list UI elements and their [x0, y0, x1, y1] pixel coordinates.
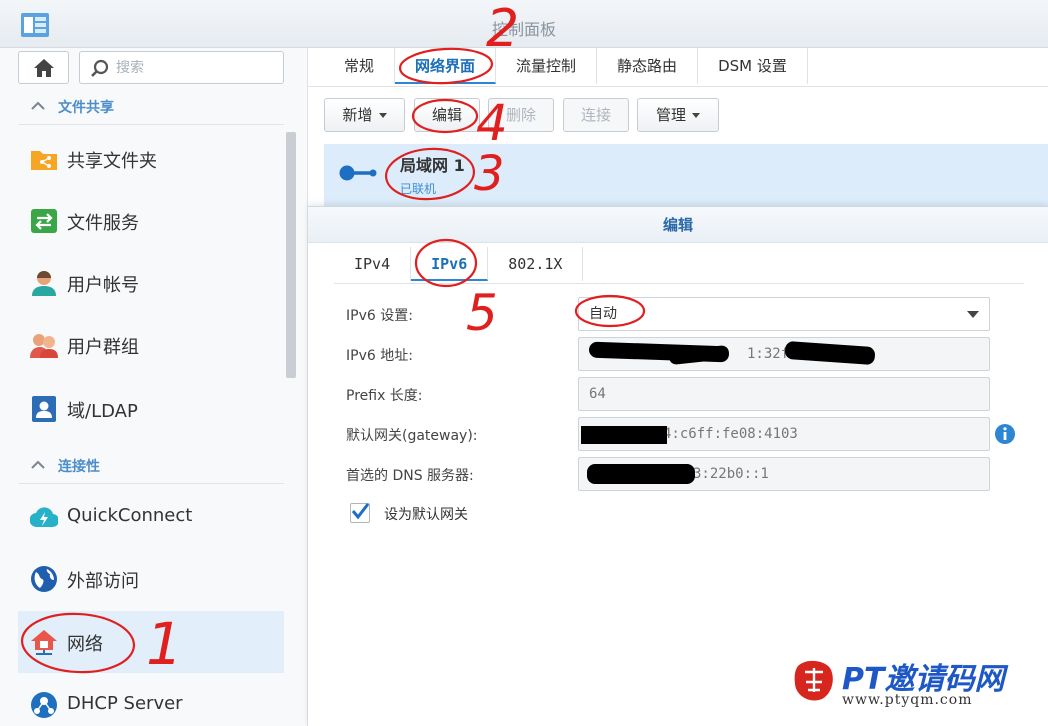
sidebar-item-label: 用户帐号 — [67, 275, 139, 296]
main-tabs: 常规 网络界面 流量控制 静态路由 DSM 设置 — [324, 48, 808, 86]
tabs-divider — [308, 86, 1048, 87]
tab-general[interactable]: 常规 — [324, 48, 396, 84]
sidebar-item-label: QuickConnect — [67, 505, 193, 526]
window-title: 控制面板 — [491, 20, 556, 39]
section-connectivity[interactable]: 连接性 — [18, 446, 284, 484]
field-row-ipv6-setting: IPv6 设置: 自动 — [346, 297, 996, 331]
chevron-down-icon — [378, 113, 387, 118]
prefix-length-label: Prefix 长度: — [346, 388, 423, 404]
dhcp-icon — [31, 692, 57, 718]
home-button[interactable] — [18, 51, 69, 84]
manage-button-label: 管理 — [655, 106, 686, 124]
search-input[interactable] — [116, 58, 276, 78]
sidebar-item-label: 网络 — [67, 634, 103, 655]
tab-dsm-settings[interactable]: DSM 设置 — [698, 48, 808, 84]
sidebar-item-shared-folder[interactable]: 共享文件夹 — [18, 128, 284, 190]
prefix-length-field[interactable]: 64 — [578, 377, 990, 411]
tab-8021x[interactable]: 802.1X — [488, 247, 584, 281]
file-services-icon — [31, 209, 57, 233]
watermark: PT邀请码网 www.ptyqm.com — [792, 654, 1042, 710]
ipv6-address-label: IPv6 地址: — [346, 348, 413, 364]
sidebar-item-label: 共享文件夹 — [67, 151, 157, 172]
tab-static-route[interactable]: 静态路由 — [597, 48, 699, 84]
interface-row-lan1[interactable]: 局域网 1 已联机 — [324, 144, 1048, 206]
default-gateway-label: 设为默认网关 — [384, 507, 468, 523]
watermark-url: www.ptyqm.com — [842, 692, 973, 708]
home-icon — [34, 59, 54, 77]
sidebar-scrollbar[interactable] — [286, 132, 296, 378]
connect-button[interactable]: 连接 — [563, 98, 629, 132]
dialog-title: 编辑 — [308, 207, 1048, 243]
default-gateway-checkbox[interactable] — [350, 503, 370, 523]
redaction-mark — [587, 464, 695, 484]
window-title-bar: 控制面板 — [0, 0, 1048, 48]
section-label: 文件共享 — [58, 100, 114, 116]
dialog-tabs: IPv4 IPv6 802.1X — [334, 247, 584, 283]
edit-button[interactable]: 编辑 — [414, 98, 480, 132]
redaction-mark — [581, 426, 667, 444]
sidebar-item-label: 域/LDAP — [67, 401, 138, 422]
ipv6-setting-label: IPv6 设置: — [346, 308, 413, 324]
dialog-tabs-divider — [334, 283, 1024, 284]
gateway-label: 默认网关(gateway): — [346, 428, 478, 444]
tab-ipv6[interactable]: IPv6 — [411, 247, 489, 281]
ipv6-address-field[interactable]: 1:32ff: — [578, 337, 990, 371]
sidebar-item-user-account[interactable]: 用户帐号 — [18, 252, 284, 314]
tab-ipv4[interactable]: IPv4 — [334, 247, 412, 281]
info-icon[interactable] — [994, 423, 1016, 445]
sidebar: 文件共享 共享文件夹 文件服务 用户帐号 用户群组 — [0, 48, 308, 726]
section-label: 连接性 — [58, 459, 100, 475]
dns-field[interactable]: 3:22b0::1 — [578, 457, 990, 491]
dns-label: 首选的 DNS 服务器: — [346, 468, 474, 484]
sidebar-item-file-services[interactable]: 文件服务 — [18, 190, 284, 252]
dns-value: 3:22b0::1 — [693, 466, 769, 482]
group-icon — [30, 334, 58, 358]
section-file-sharing[interactable]: 文件共享 — [18, 87, 284, 125]
sidebar-item-quickconnect[interactable]: QuickConnect — [18, 486, 284, 548]
sidebar-item-label: 文件服务 — [67, 213, 139, 234]
sidebar-item-label: 外部访问 — [67, 571, 139, 592]
gateway-field[interactable]: 4:c6ff:fe08:4103 — [578, 417, 990, 451]
field-row-prefix-length: Prefix 长度: 64 — [346, 377, 996, 411]
manage-button[interactable]: 管理 — [637, 98, 719, 132]
chevron-down-icon — [967, 311, 979, 318]
delete-button[interactable]: 删除 — [488, 98, 554, 132]
sidebar-item-dhcp-server[interactable]: DHCP Server — [18, 674, 284, 726]
tab-traffic-control[interactable]: 流量控制 — [496, 48, 598, 84]
add-button-label: 新增 — [342, 106, 373, 124]
globe-icon — [31, 566, 57, 592]
interface-status: 已联机 — [400, 182, 437, 196]
field-row-gateway: 默认网关(gateway): 4:c6ff:fe08:4103 — [346, 417, 996, 451]
watermark-seal-icon — [794, 660, 833, 701]
interface-name: 局域网 1 — [400, 156, 465, 175]
ipv6-setting-value: 自动 — [589, 306, 617, 322]
sidebar-item-label: 用户群组 — [67, 337, 139, 358]
quickconnect-icon — [30, 507, 58, 528]
user-icon — [32, 271, 56, 296]
checkmark-icon — [351, 503, 370, 520]
network-icon — [31, 630, 57, 655]
tab-network-interface[interactable]: 网络界面 — [395, 48, 497, 84]
chevron-down-icon — [692, 113, 700, 118]
sidebar-item-user-group[interactable]: 用户群组 — [18, 314, 284, 376]
ipv6-setting-select[interactable]: 自动 — [578, 297, 990, 331]
field-row-dns: 首选的 DNS 服务器: 3:22b0::1 — [346, 457, 996, 491]
sidebar-item-domain-ldap[interactable]: 域/LDAP — [18, 378, 284, 440]
network-link-icon — [339, 165, 377, 181]
chevron-up-icon — [31, 101, 45, 110]
chevron-up-icon — [31, 460, 45, 469]
edit-dialog: 编辑 IPv4 IPv6 802.1X IPv6 设置: 自动 IPv6 地址:… — [308, 206, 1048, 726]
field-row-ipv6-address: IPv6 地址: 1:32ff: — [346, 337, 996, 371]
sidebar-item-network[interactable]: 网络 — [18, 611, 284, 673]
sidebar-item-external-access[interactable]: 外部访问 — [18, 548, 284, 610]
sidebar-item-label: DHCP Server — [67, 693, 183, 714]
add-button[interactable]: 新增 — [324, 98, 405, 132]
gateway-value: 4:c6ff:fe08:4103 — [663, 426, 798, 442]
search-box[interactable] — [79, 51, 284, 84]
search-icon — [91, 59, 109, 77]
domain-ldap-icon — [32, 396, 56, 422]
shared-folder-icon — [31, 151, 57, 170]
